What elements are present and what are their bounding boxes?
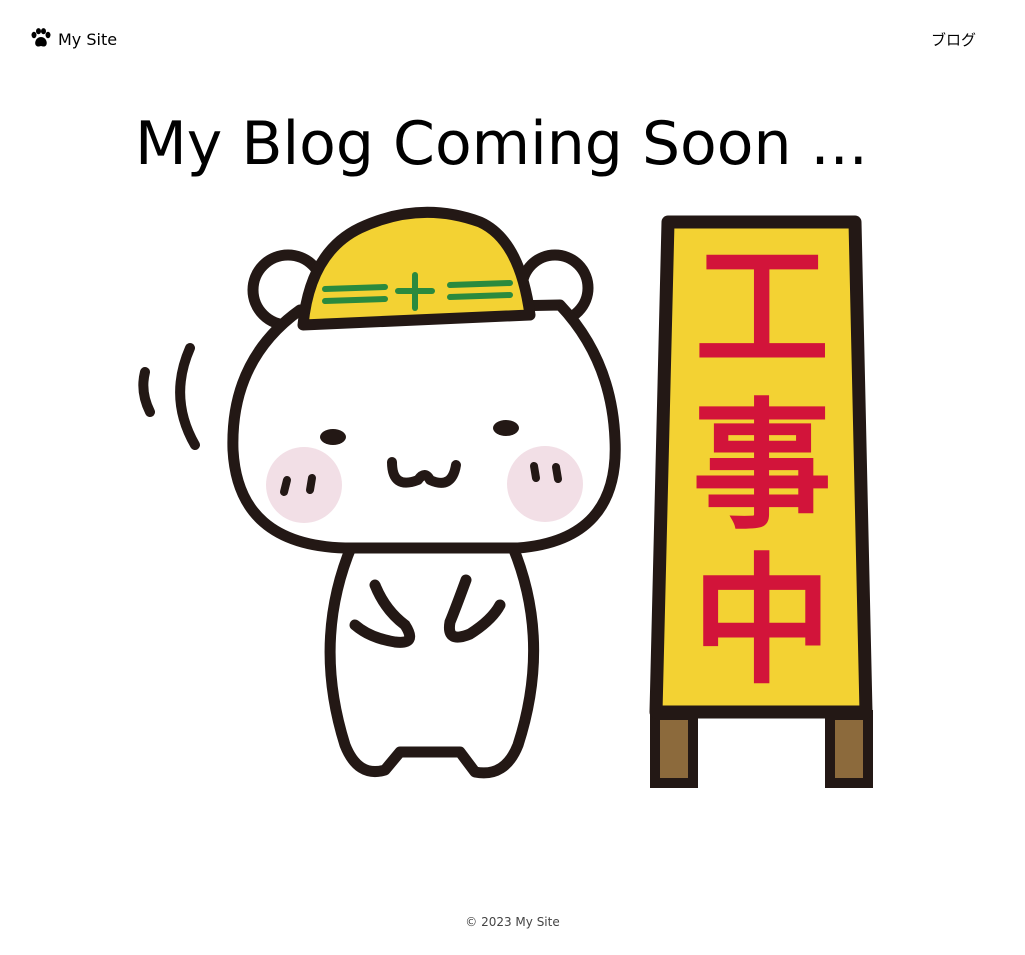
left-cheek	[266, 447, 342, 523]
copyright-text: © 2023 My Site	[465, 915, 560, 929]
under-construction-illustration: 工 事 中	[138, 206, 873, 788]
page-title: My Blog Coming Soon ...	[135, 109, 868, 179]
site-name: My Site	[58, 30, 118, 49]
bear-character	[227, 206, 621, 779]
construction-sign: 工 事 中	[649, 215, 873, 788]
sign-char-3: 中	[692, 541, 832, 704]
sign-char-1: 工	[695, 230, 830, 387]
sign-char-2: 事	[692, 386, 832, 549]
nav-link-blog[interactable]: ブログ	[931, 28, 976, 52]
site-footer: © 2023 My Site	[0, 912, 1025, 932]
site-brand-link[interactable]: My Site	[30, 28, 117, 52]
paw-icon	[30, 28, 52, 52]
motion-lines	[138, 343, 200, 450]
site-header: My Site ブログ	[0, 0, 1025, 80]
right-cheek	[507, 446, 583, 522]
